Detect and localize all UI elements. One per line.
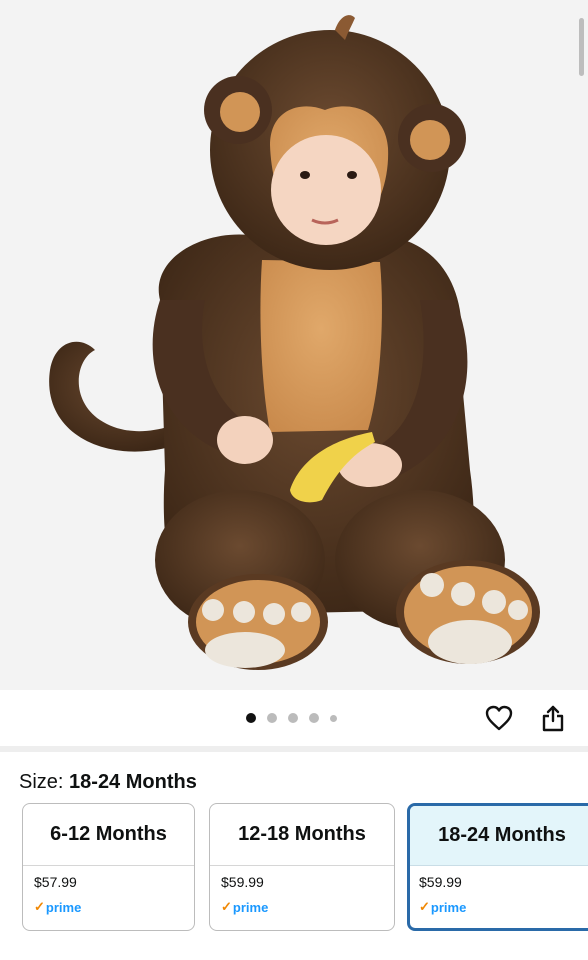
prime-label: prime — [45, 899, 82, 915]
size-option-price: $59.99 — [221, 874, 264, 890]
size-option-6-12-months[interactable]: 6-12 Months $57.99 ✓ prime — [22, 803, 195, 931]
size-option-12-18-months[interactable]: 12-18 Months $59.99 ✓ prime — [209, 803, 395, 931]
size-label-prefix: Size: — [19, 771, 70, 793]
product-image — [49, 15, 540, 670]
prime-label: prime — [232, 899, 269, 915]
size-options: 6-12 Months $57.99 ✓ prime 12-18 Months $… — [0, 803, 588, 933]
pagination-dot-5[interactable] — [330, 714, 337, 722]
section-divider — [0, 746, 588, 752]
pagination-dot-3[interactable] — [288, 713, 298, 723]
size-option-name: 12-18 Months — [210, 804, 394, 866]
pagination-dot-2[interactable] — [267, 713, 277, 723]
size-option-18-24-months[interactable]: 18-24 Months $59.99 ✓ prime — [407, 803, 588, 931]
size-option-price: $59.99 — [419, 874, 462, 890]
product-image-gallery[interactable] — [0, 0, 588, 690]
wishlist-button[interactable] — [483, 702, 515, 734]
size-option-name: 6-12 Months — [23, 804, 194, 866]
prime-badge: ✓ prime — [221, 899, 268, 915]
prime-check-icon: ✓ — [34, 899, 45, 914]
share-icon — [542, 705, 564, 732]
pagination-dot-4[interactable] — [309, 713, 319, 723]
size-option-price: $57.99 — [34, 874, 77, 890]
selected-size-value: 18-24 Months — [69, 771, 197, 793]
pagination-dot-1[interactable] — [246, 713, 256, 723]
gallery-scrollbar[interactable] — [579, 18, 584, 76]
heart-icon — [485, 705, 513, 731]
prime-check-icon: ✓ — [221, 899, 232, 914]
prime-badge: ✓ prime — [419, 899, 466, 915]
size-selection-label: Size: 18-24 Months — [19, 771, 197, 794]
gallery-controls — [0, 690, 588, 746]
size-option-name: 18-24 Months — [410, 806, 588, 866]
prime-badge: ✓ prime — [34, 899, 81, 915]
prime-check-icon: ✓ — [419, 899, 430, 914]
share-button[interactable] — [537, 702, 569, 734]
prime-label: prime — [430, 899, 467, 915]
image-pagination-dots[interactable] — [246, 712, 337, 724]
